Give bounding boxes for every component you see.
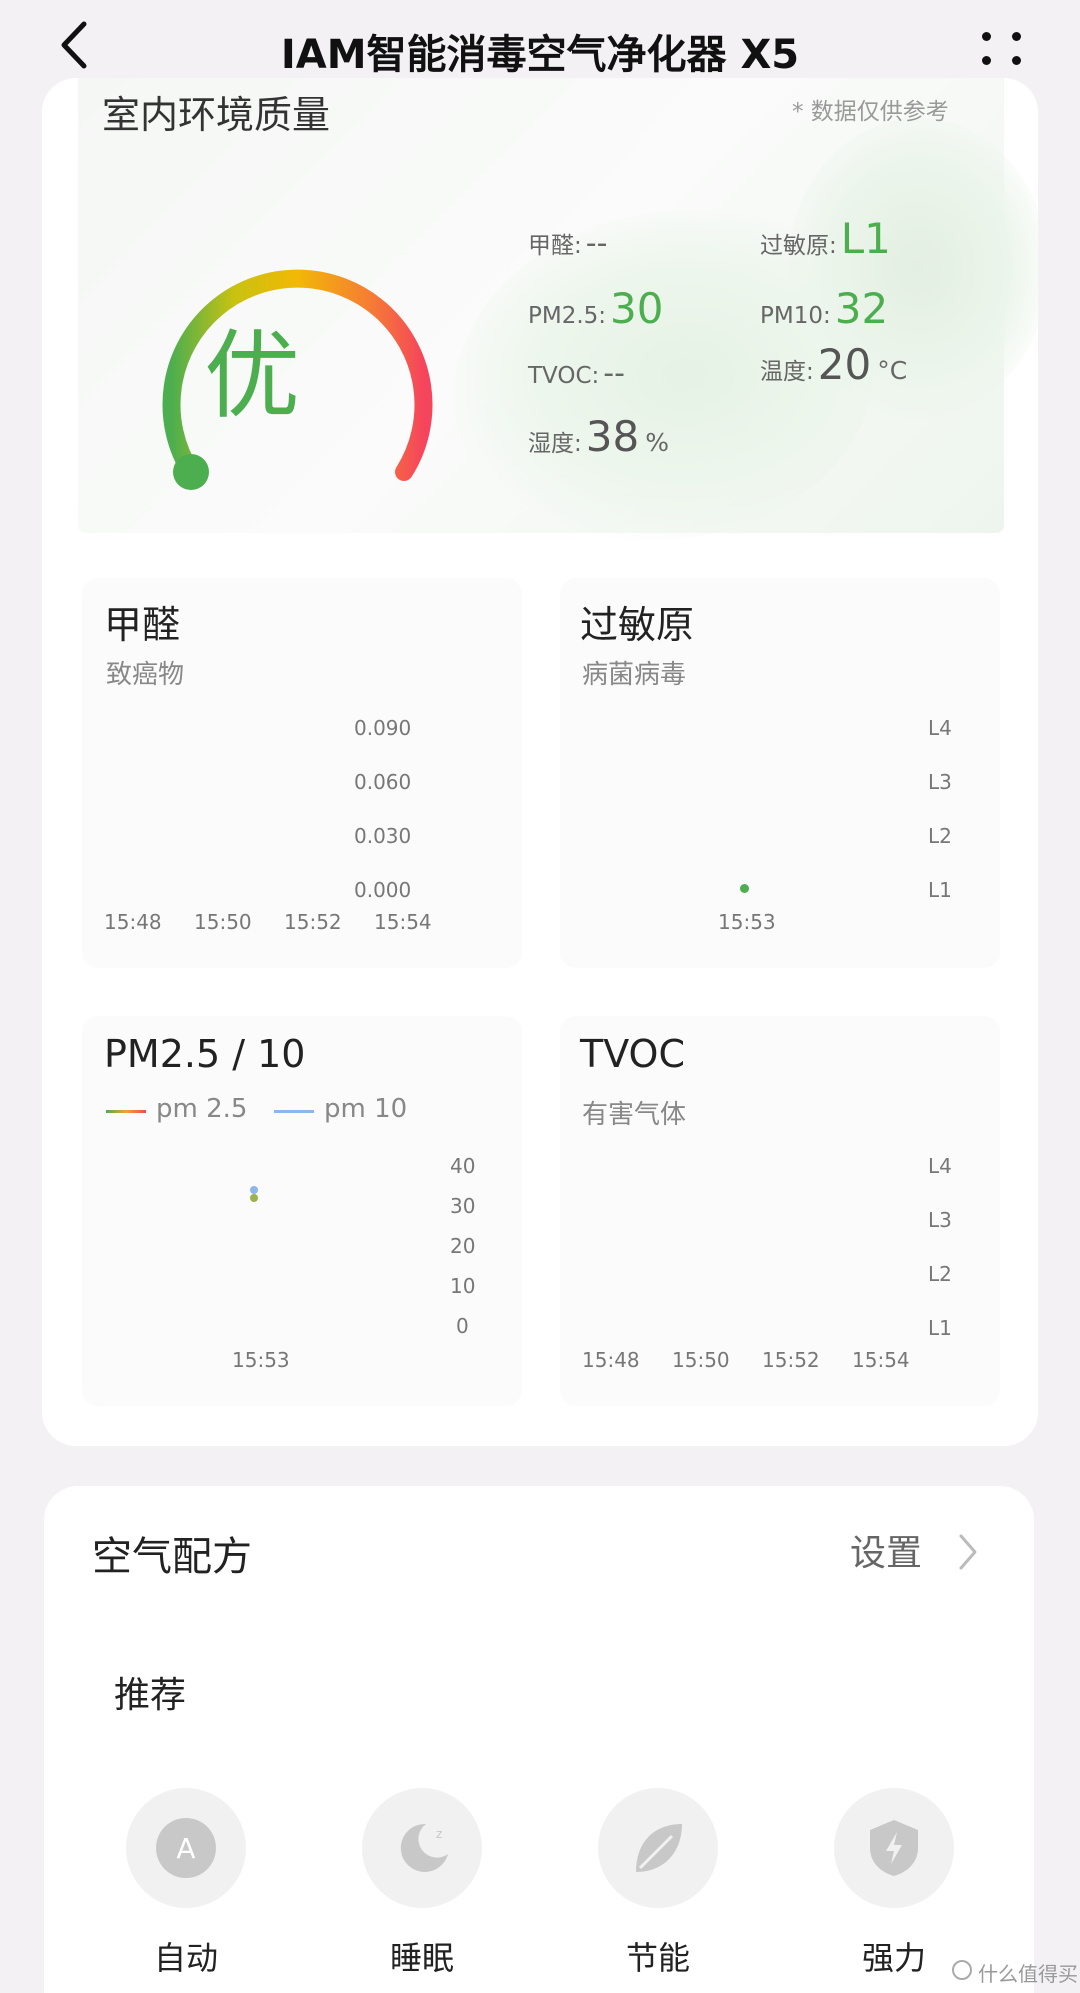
metric-label: PM10:: [760, 303, 831, 329]
chart-title: TVOC: [580, 1032, 685, 1076]
y-tick: 0.060: [354, 770, 412, 794]
legend-label: pm 10: [324, 1094, 408, 1124]
mode-label: 睡眠: [389, 1939, 454, 1977]
metric-value: 30: [610, 284, 664, 333]
quality-rating: 优: [204, 320, 300, 432]
more-dot: [982, 56, 991, 65]
auto-icon: A: [126, 1788, 246, 1908]
y-tick: L2: [928, 1262, 952, 1286]
watermark-text: 什么值得买: [978, 1962, 1078, 1986]
mode-label: 自动: [153, 1939, 218, 1977]
legend-label: pm 2.5: [156, 1094, 248, 1124]
more-dot: [1012, 56, 1021, 65]
metric-tvoc: TVOC: --: [528, 356, 625, 391]
legend-swatch-pm10: [274, 1110, 314, 1113]
svg-text:z: z: [436, 1827, 442, 1841]
mode-turbo-button[interactable]: 强力: [834, 1788, 954, 1993]
metric-value: 20: [817, 340, 872, 389]
metric-temperature: 温度:20 °C: [760, 340, 907, 389]
metric-label: PM2.5:: [528, 303, 607, 329]
more-button[interactable]: [978, 28, 1026, 68]
y-tick: L1: [928, 878, 952, 902]
x-tick: 15:52: [762, 1348, 820, 1372]
mode-label: 强力: [861, 1939, 926, 1977]
formula-title: 空气配方: [92, 1534, 252, 1580]
recommend-label: 推荐: [114, 1675, 187, 1716]
metric-humidity: 湿度:38%: [528, 412, 669, 461]
chevron-right-icon[interactable]: [956, 1530, 980, 1574]
x-tick: 15:50: [194, 910, 252, 934]
tvoc-chart[interactable]: TVOC 有害气体 L4 L3 L2 L1 15:48 15:50 15:52 …: [560, 1016, 1000, 1406]
y-tick: L4: [928, 716, 952, 740]
y-tick: 20: [450, 1234, 476, 1258]
metric-label: TVOC:: [528, 363, 600, 389]
moon-icon: z: [362, 1788, 482, 1908]
y-tick: 0.030: [354, 824, 412, 848]
legend-swatch-pm25: [106, 1110, 146, 1113]
metric-formaldehyde: 甲醛: --: [528, 226, 607, 261]
page-title: IAM智能消毒空气净化器 X5: [280, 32, 800, 78]
data-point-pm25: [250, 1194, 258, 1202]
x-tick: 15:54: [374, 910, 432, 934]
metric-value: --: [603, 356, 625, 391]
mode-label: 节能: [625, 1939, 690, 1977]
metric-value: 38: [585, 412, 640, 461]
metric-label: 甲醛:: [528, 233, 582, 259]
metric-value: --: [585, 226, 608, 261]
y-tick: L3: [928, 770, 952, 794]
chart-title: PM2.5 / 10: [104, 1032, 306, 1076]
formaldehyde-chart[interactable]: 甲醛 致癌物 0.090 0.060 0.030 0.000 15:48 15:…: [82, 578, 522, 968]
chart-subtitle: 致癌物: [106, 660, 185, 690]
metric-value: L1: [840, 214, 891, 263]
metric-label: 过敏原:: [760, 233, 837, 259]
y-tick: L2: [928, 824, 952, 848]
metric-allergen: 过敏原:L1: [760, 214, 891, 263]
y-tick: L1: [928, 1316, 952, 1340]
metric-label: 温度:: [760, 359, 814, 385]
air-formula-card: 空气配方 设置 推荐 A 自动 z 睡眠 节能 强力: [44, 1486, 1034, 1993]
x-tick: 15:48: [582, 1348, 640, 1372]
chart-title: 甲醛: [104, 603, 181, 647]
mode-sleep-button[interactable]: z 睡眠: [362, 1788, 482, 1993]
more-dots-icon: [982, 32, 991, 41]
x-tick: 15:48: [104, 910, 162, 934]
mode-eco-button[interactable]: 节能: [598, 1788, 718, 1993]
metric-value: 32: [834, 284, 889, 333]
y-tick: 0.000: [354, 878, 412, 902]
leaf-icon: [598, 1788, 718, 1908]
environment-title: 室内环境质量: [102, 93, 331, 137]
data-point-pm10: [250, 1186, 258, 1194]
shield-bolt-icon: [834, 1788, 954, 1908]
y-tick: L3: [928, 1208, 952, 1232]
metric-label: 湿度:: [528, 431, 582, 457]
y-tick: 40: [450, 1154, 476, 1178]
y-tick: 0: [456, 1314, 469, 1338]
x-tick: 15:52: [284, 910, 342, 934]
metric-pm10: PM10:32: [760, 284, 888, 333]
y-tick: 0.090: [354, 716, 412, 740]
y-tick: L4: [928, 1154, 952, 1178]
svg-text:A: A: [176, 1832, 195, 1865]
data-point: [740, 884, 749, 893]
chart-title: 过敏原: [580, 603, 695, 647]
settings-link[interactable]: 设置: [850, 1524, 922, 1576]
allergen-chart[interactable]: 过敏原 病菌病毒 L4 L3 L2 L1 15:53: [560, 578, 1000, 968]
chart-subtitle: 有害气体: [582, 1100, 687, 1130]
x-tick: 15:53: [718, 910, 776, 934]
disclaimer-text: * 数据仅供参考: [792, 99, 949, 125]
y-tick: 30: [450, 1194, 476, 1218]
pm-chart[interactable]: PM2.5 / 10 pm 2.5 pm 10 40 30 20 10 0 15…: [82, 1016, 522, 1406]
environment-card: 室内环境质量 * 数据仅供参考 优 甲醛: -- 过敏原:L1 PM2.5:30 …: [42, 78, 1038, 1446]
y-tick: 10: [450, 1274, 476, 1298]
metric-unit: °C: [877, 356, 908, 385]
x-tick: 15:53: [232, 1348, 290, 1372]
x-tick: 15:50: [672, 1348, 730, 1372]
more-dot: [1012, 32, 1021, 41]
x-tick: 15:54: [852, 1348, 910, 1372]
metric-unit: %: [645, 428, 669, 457]
metric-pm25: PM2.5:30: [528, 284, 664, 333]
watermark-icon: [952, 1960, 972, 1980]
mode-auto-button[interactable]: A 自动: [126, 1788, 246, 1993]
chart-subtitle: 病菌病毒: [582, 660, 687, 690]
